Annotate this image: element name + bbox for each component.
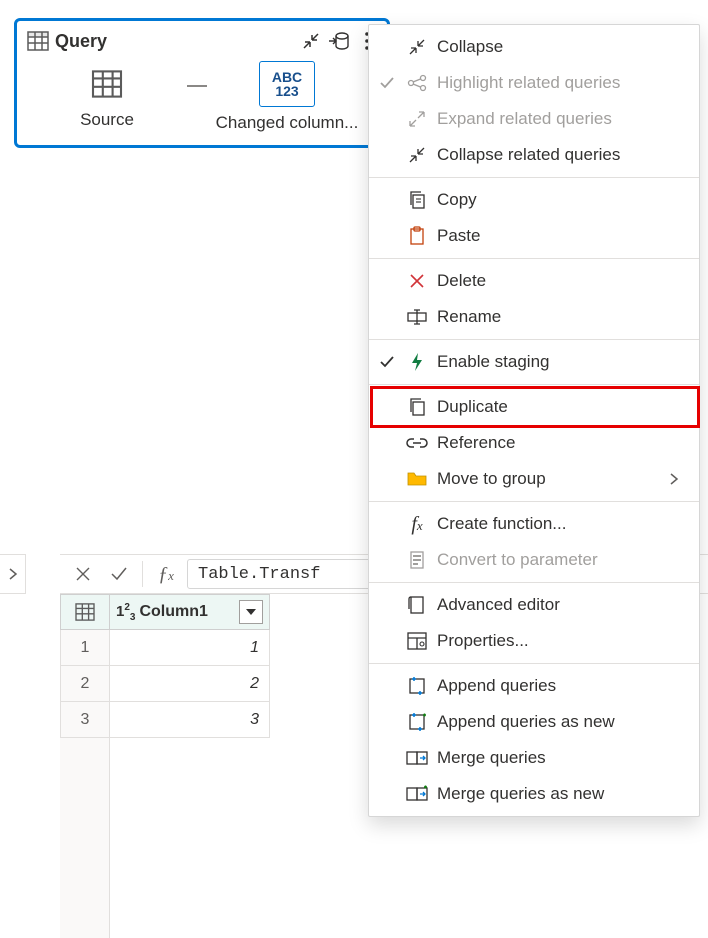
menu-create-function[interactable]: fx Create function... bbox=[369, 506, 699, 542]
menu-separator bbox=[369, 339, 699, 340]
merge-icon bbox=[405, 749, 429, 767]
lightning-icon bbox=[405, 352, 429, 372]
cell[interactable]: 3 bbox=[110, 702, 270, 738]
menu-separator bbox=[369, 582, 699, 583]
expand-icon bbox=[405, 110, 429, 128]
step-source[interactable]: Source bbox=[27, 64, 187, 130]
collapse-icon bbox=[405, 38, 429, 56]
column-header[interactable]: 123 Column1 bbox=[110, 594, 270, 630]
row-number[interactable]: 1 bbox=[60, 630, 110, 666]
step-connector bbox=[187, 85, 207, 87]
editor-icon bbox=[405, 595, 429, 615]
menu-collapse-related[interactable]: Collapse related queries bbox=[369, 137, 699, 173]
menu-enable-staging[interactable]: Enable staging bbox=[369, 344, 699, 380]
collapse-button[interactable] bbox=[297, 27, 325, 55]
menu-append-queries[interactable]: Append queries bbox=[369, 668, 699, 704]
row-number[interactable]: 2 bbox=[60, 666, 110, 702]
menu-collapse[interactable]: Collapse bbox=[369, 29, 699, 65]
divider bbox=[142, 561, 143, 587]
column-type-icon: ABC 123 bbox=[259, 61, 315, 107]
menu-duplicate[interactable]: Duplicate bbox=[369, 389, 699, 425]
formula-text: Table.Transf bbox=[198, 565, 320, 584]
rename-icon bbox=[405, 309, 429, 325]
cell[interactable]: 2 bbox=[110, 666, 270, 702]
paste-icon bbox=[405, 226, 429, 246]
queries-pane-toggle[interactable] bbox=[0, 554, 26, 594]
fx-button[interactable]: ƒx bbox=[151, 559, 181, 589]
cancel-formula-button[interactable] bbox=[68, 559, 98, 589]
menu-copy[interactable]: Copy bbox=[369, 182, 699, 218]
database-arrow-icon bbox=[328, 30, 350, 52]
merge-new-icon bbox=[405, 785, 429, 803]
link-icon bbox=[405, 436, 429, 450]
table-icon bbox=[27, 31, 49, 51]
share-icon bbox=[405, 74, 429, 92]
menu-reference[interactable]: Reference bbox=[369, 425, 699, 461]
collapse-icon bbox=[302, 32, 320, 50]
grid-gutter bbox=[60, 738, 110, 938]
menu-append-queries-new[interactable]: Append queries as new bbox=[369, 704, 699, 740]
table-icon bbox=[75, 603, 95, 621]
menu-separator bbox=[369, 501, 699, 502]
column-name: Column1 bbox=[139, 603, 239, 621]
caret-down-icon bbox=[245, 607, 257, 617]
menu-properties[interactable]: Properties... bbox=[369, 623, 699, 659]
close-icon bbox=[75, 566, 91, 582]
menu-merge-queries-new[interactable]: Merge queries as new bbox=[369, 776, 699, 812]
confirm-formula-button[interactable] bbox=[104, 559, 134, 589]
menu-merge-queries[interactable]: Merge queries bbox=[369, 740, 699, 776]
data-destination-button[interactable] bbox=[325, 27, 353, 55]
folder-icon bbox=[405, 471, 429, 487]
check-icon bbox=[110, 566, 128, 582]
cell[interactable]: 1 bbox=[110, 630, 270, 666]
menu-separator bbox=[369, 663, 699, 664]
step-changed-type[interactable]: ABC 123 Changed column... bbox=[207, 61, 367, 133]
chevron-right-icon bbox=[669, 472, 685, 486]
check-icon bbox=[377, 354, 397, 370]
query-card[interactable]: Query Source bbox=[14, 18, 390, 148]
append-new-icon bbox=[405, 712, 429, 732]
collapse-icon bbox=[405, 146, 429, 164]
menu-paste[interactable]: Paste bbox=[369, 218, 699, 254]
copy-icon bbox=[405, 190, 429, 210]
step-changed-label: Changed column... bbox=[216, 113, 359, 133]
menu-delete[interactable]: Delete bbox=[369, 263, 699, 299]
menu-separator bbox=[369, 384, 699, 385]
column-type-icon: 123 bbox=[116, 602, 135, 623]
properties-icon bbox=[405, 632, 429, 650]
menu-separator bbox=[369, 258, 699, 259]
row-number[interactable]: 3 bbox=[60, 702, 110, 738]
function-icon: ƒx bbox=[158, 563, 174, 586]
step-source-label: Source bbox=[80, 110, 134, 130]
column-filter-button[interactable] bbox=[239, 600, 263, 624]
context-menu: Collapse Highlight related queries Expan… bbox=[368, 24, 700, 817]
close-icon bbox=[405, 273, 429, 289]
query-title: Query bbox=[55, 31, 297, 52]
menu-rename[interactable]: Rename bbox=[369, 299, 699, 335]
parameter-icon bbox=[405, 550, 429, 570]
table-icon bbox=[91, 70, 123, 98]
menu-separator bbox=[369, 177, 699, 178]
menu-convert-to-parameter[interactable]: Convert to parameter bbox=[369, 542, 699, 578]
menu-expand-related[interactable]: Expand related queries bbox=[369, 101, 699, 137]
grid-corner[interactable] bbox=[60, 594, 110, 630]
check-icon bbox=[377, 75, 397, 91]
menu-highlight-related[interactable]: Highlight related queries bbox=[369, 65, 699, 101]
menu-move-to-group[interactable]: Move to group bbox=[369, 461, 699, 497]
append-icon bbox=[405, 676, 429, 696]
chevron-right-icon bbox=[8, 567, 18, 581]
duplicate-icon bbox=[405, 397, 429, 417]
menu-advanced-editor[interactable]: Advanced editor bbox=[369, 587, 699, 623]
function-icon: fx bbox=[405, 513, 429, 536]
